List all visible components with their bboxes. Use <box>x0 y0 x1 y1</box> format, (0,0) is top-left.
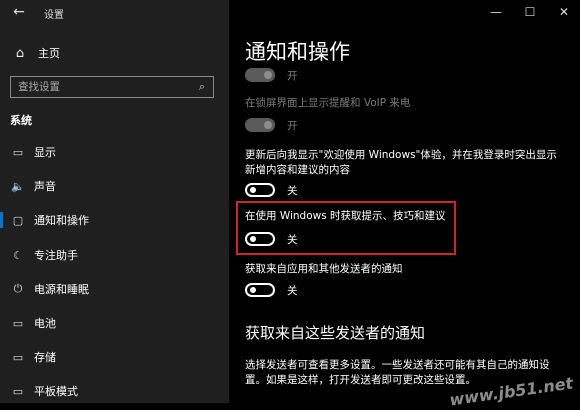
sidebar-item-label: 电池 <box>34 317 56 330</box>
toggle-state-label: 关 <box>287 184 298 197</box>
back-icon[interactable]: ← <box>8 3 30 21</box>
sidebar-item-label: 通知和操作 <box>34 214 89 227</box>
sidebar-item-storage[interactable]: ▭ 存储 <box>0 345 229 369</box>
notifications-toggle[interactable] <box>245 68 275 82</box>
sidebar-item-label: 显示 <box>34 146 56 159</box>
sidebar: ← 设置 ⌂ 主页 ⌕ 系统 ▭ 显示 🔈 声音 ▢ 通知和操作 ☾ 专注助手 … <box>0 0 229 403</box>
sidebar-item-label: 声音 <box>34 180 56 193</box>
minimize-icon[interactable]: — <box>481 2 511 22</box>
lock-screen-label: 在锁屏界面上显示提醒和 VoIP 来电 <box>245 97 411 109</box>
app-notifications-toggle[interactable] <box>245 283 275 297</box>
sidebar-item-sound[interactable]: 🔈 声音 <box>0 174 229 198</box>
lock-screen-toggle[interactable] <box>245 118 275 132</box>
senders-heading: 获取来自这些发送者的通知 <box>245 324 426 342</box>
tablet-icon: ▭ <box>12 384 24 398</box>
toggle-knob <box>264 71 272 79</box>
toggle-state-label: 关 <box>287 284 298 297</box>
sidebar-item-battery[interactable]: ▭ 电池 <box>0 311 229 335</box>
sidebar-item-label: 专注助手 <box>34 249 78 262</box>
senders-description-line: 选择发送者可查看更多设置。一些发送者还可能有其自己的通知设 <box>245 359 550 371</box>
toggle-row-lock-screen: 开 <box>245 116 298 134</box>
sidebar-item-focus-assist[interactable]: ☾ 专注助手 <box>0 243 229 267</box>
sidebar-item-tablet-mode[interactable]: ▭ 平板模式 <box>0 379 229 403</box>
sidebar-item-label: 电源和睡眠 <box>34 283 89 296</box>
sidebar-item-notifications[interactable]: ▢ 通知和操作 <box>0 208 229 232</box>
search-input[interactable] <box>11 80 191 94</box>
sidebar-item-power[interactable]: ⏻ 电源和睡眠 <box>0 277 229 301</box>
toggle-row-app-notifications: 关 <box>245 281 298 299</box>
section-title: 系统 <box>10 114 32 127</box>
app-notifications-label: 获取来自应用和其他发送者的通知 <box>245 263 403 275</box>
toggle-knob <box>264 121 272 129</box>
notifications-icon: ▢ <box>12 213 24 227</box>
sidebar-item-display[interactable]: ▭ 显示 <box>0 140 229 164</box>
app-title: 设置 <box>44 10 64 21</box>
home-icon: ⌂ <box>15 45 25 61</box>
close-icon[interactable]: ✕ <box>549 2 579 22</box>
toggle-state-label: 开 <box>287 69 298 82</box>
highlight-annotation-box <box>236 201 456 255</box>
sidebar-item-label: 存储 <box>34 351 56 364</box>
display-icon: ▭ <box>12 145 24 159</box>
power-icon: ⏻ <box>13 282 23 295</box>
storage-icon: ▭ <box>12 350 24 364</box>
search-box[interactable]: ⌕ <box>10 76 214 98</box>
speaker-icon: 🔈 <box>11 179 25 193</box>
toggle-row-notifications: 开 <box>245 66 298 84</box>
moon-icon: ☾ <box>13 248 23 262</box>
page-title: 通知和操作 <box>245 40 350 64</box>
welcome-experience-label: 更新后向我显示"欢迎使用 Windows"体验，并在我登录时突出显示 <box>245 149 557 161</box>
battery-icon: ▭ <box>12 316 24 330</box>
sidebar-item-home[interactable]: ⌂ 主页 <box>0 40 229 66</box>
toggle-state-label: 开 <box>287 119 298 132</box>
sidebar-item-label: 平板模式 <box>34 385 78 398</box>
toggle-row-welcome: 关 <box>245 181 298 199</box>
sidebar-item-label: 主页 <box>38 47 60 60</box>
maximize-icon[interactable]: ☐ <box>515 2 545 22</box>
search-icon[interactable]: ⌕ <box>191 80 213 94</box>
welcome-experience-label-2: 新增内容和建议的内容 <box>245 164 350 176</box>
toggle-knob <box>250 287 256 293</box>
toggle-knob <box>250 187 256 193</box>
welcome-experience-toggle[interactable] <box>245 183 275 197</box>
